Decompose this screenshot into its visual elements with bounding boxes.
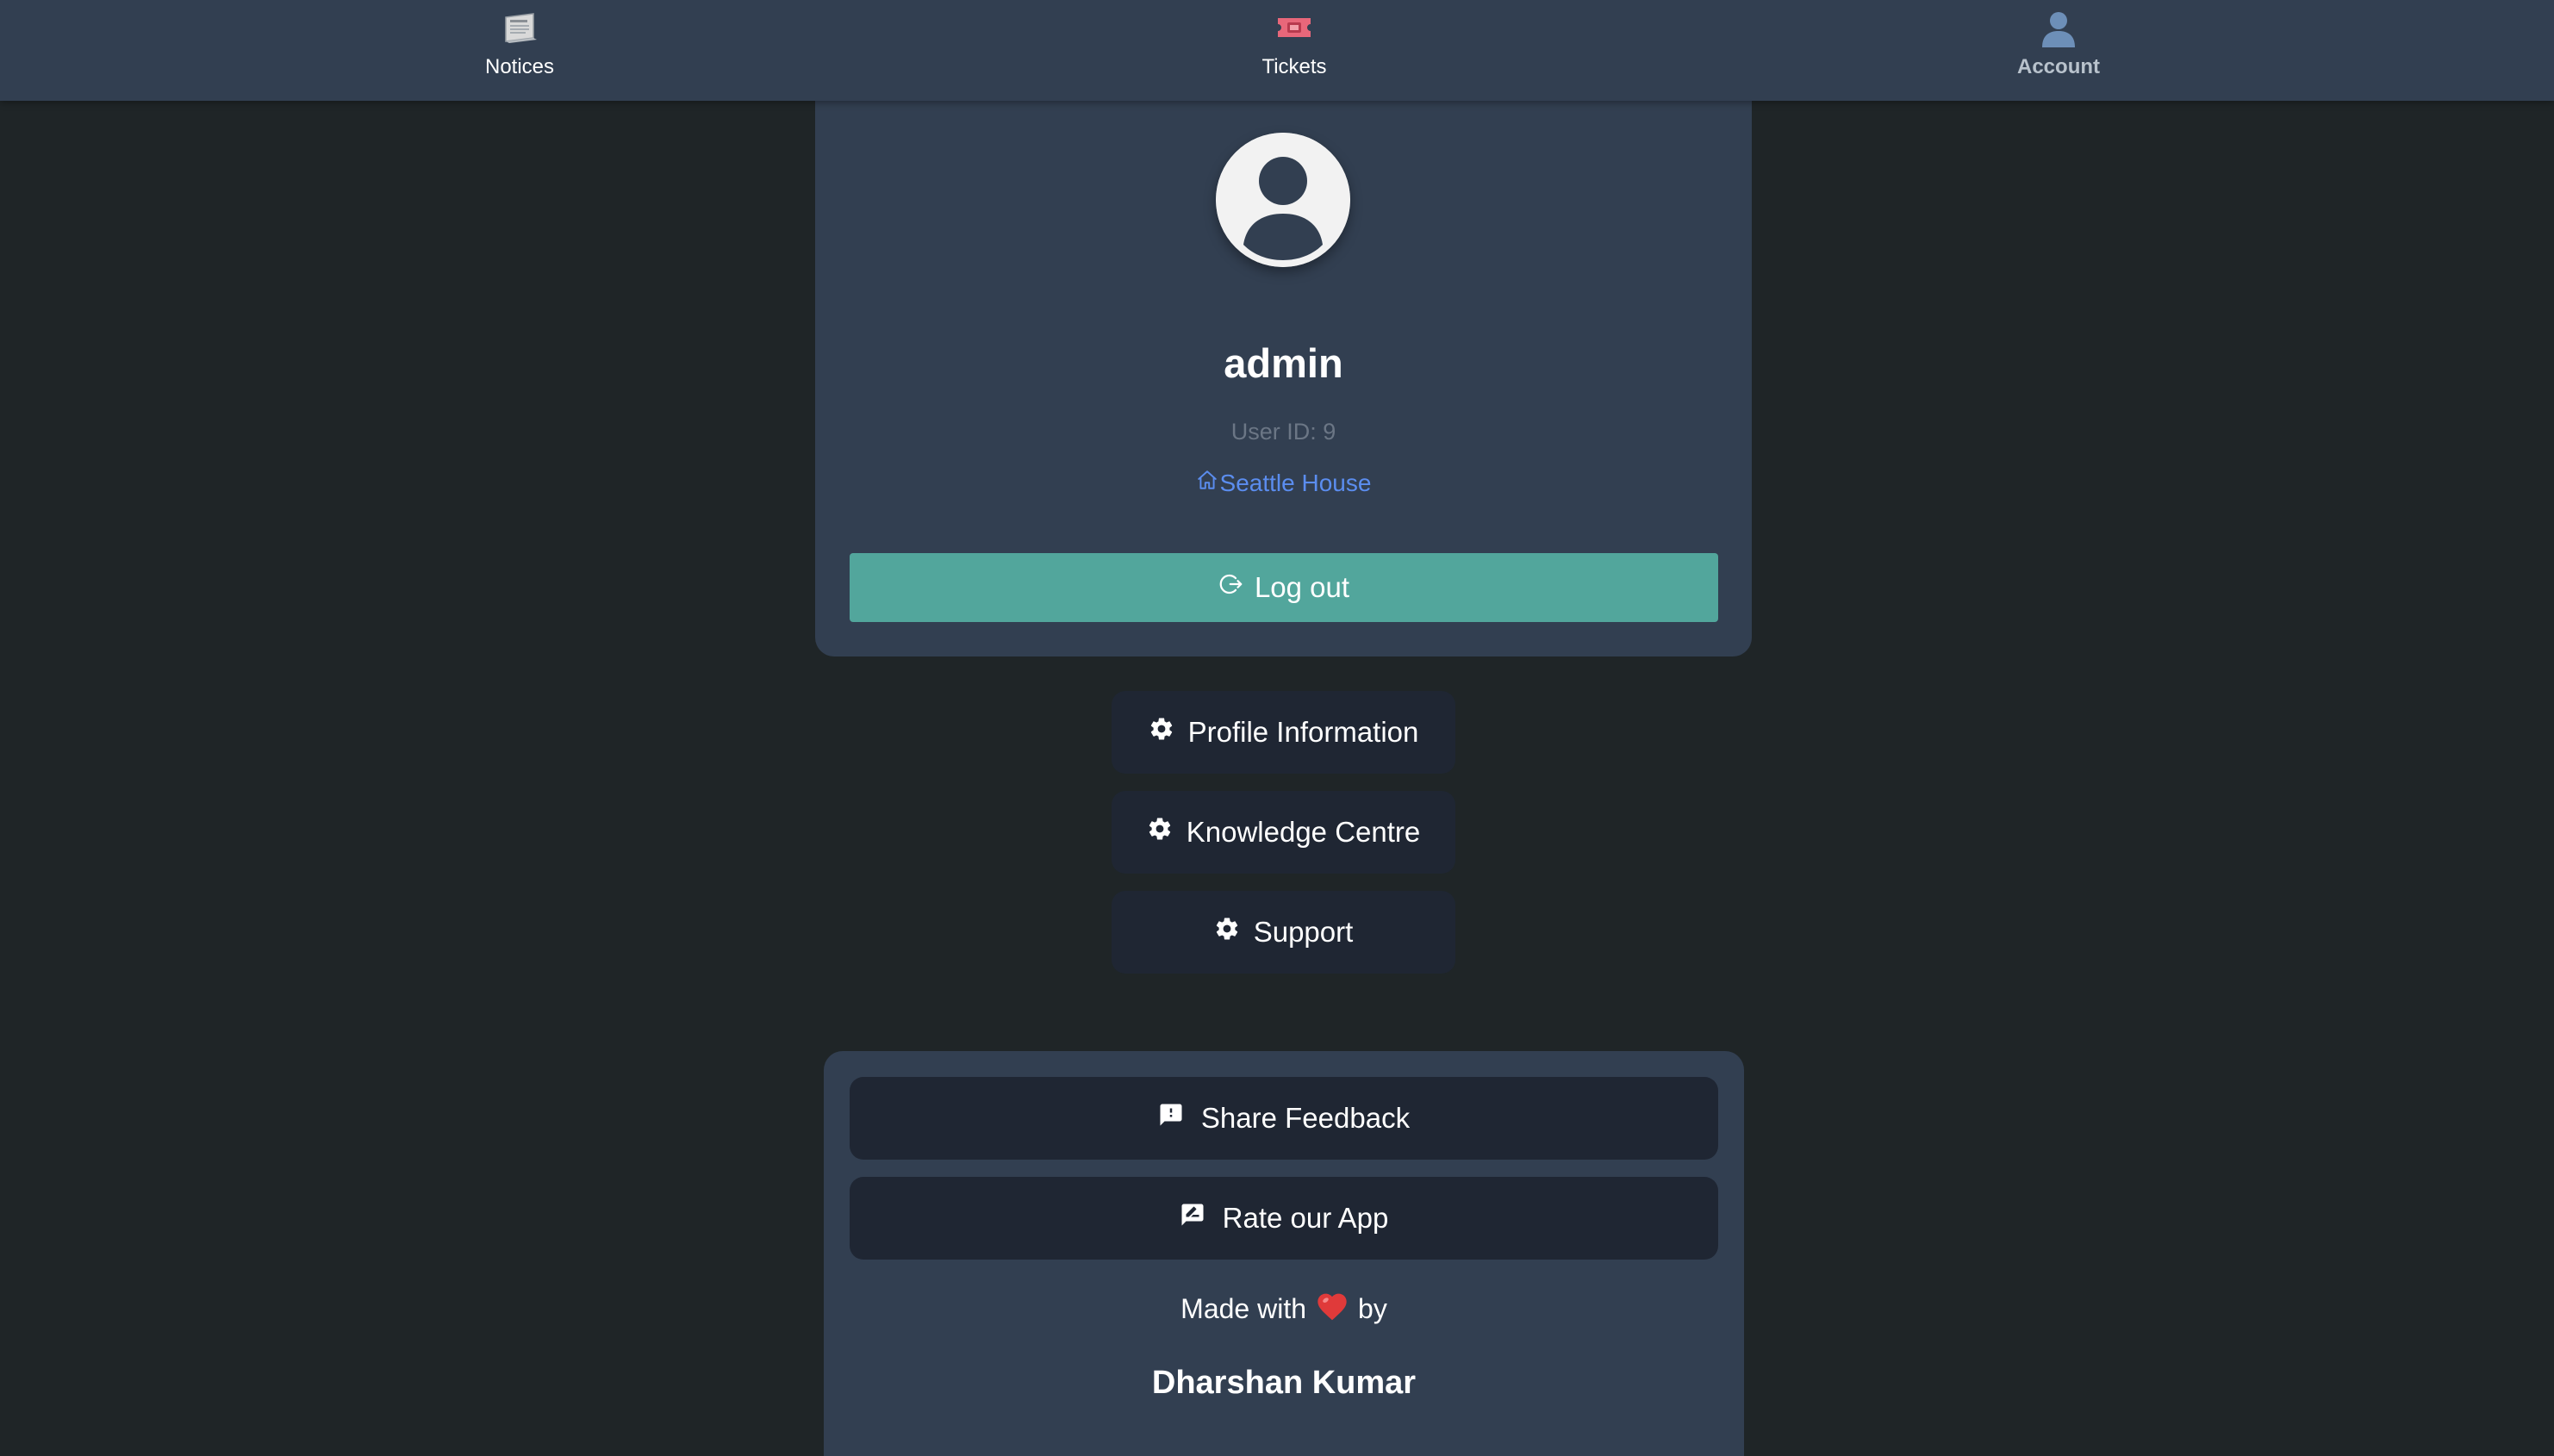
- gear-icon: [1149, 716, 1174, 749]
- share-feedback-button[interactable]: Share Feedback: [850, 1077, 1718, 1160]
- ticket-icon: [1274, 7, 1315, 48]
- bottom-tab-bar: Notices Tickets Account: [0, 0, 2554, 101]
- support-button[interactable]: Support: [1112, 891, 1455, 974]
- tab-notices[interactable]: Notices: [408, 0, 632, 101]
- user-id: User ID: 9: [1230, 419, 1336, 445]
- user-silhouette-icon: [2038, 7, 2079, 48]
- rate-app-button[interactable]: Rate our App: [850, 1177, 1718, 1260]
- newspaper-icon: [499, 7, 540, 48]
- gear-icon: [1214, 916, 1240, 949]
- profile-information-label: Profile Information: [1187, 716, 1419, 748]
- made-with-suffix: by: [1358, 1292, 1387, 1324]
- profile-information-button[interactable]: Profile Information: [1112, 691, 1455, 774]
- made-with-prefix: Made with: [1180, 1292, 1307, 1324]
- support-label: Support: [1253, 916, 1354, 948]
- logout-button[interactable]: Log out: [850, 553, 1718, 622]
- tab-tickets-label: Tickets: [1261, 55, 1327, 78]
- heart-icon: [1315, 1289, 1349, 1328]
- tab-account[interactable]: Account: [1947, 0, 2171, 101]
- author-name: Dharshan Kumar: [1151, 1365, 1417, 1401]
- tab-tickets[interactable]: Tickets: [1182, 0, 1406, 101]
- logout-label: Log out: [1254, 571, 1350, 603]
- house-name: Seattle House: [1219, 469, 1372, 496]
- logout-icon: [1218, 571, 1244, 604]
- knowledge-centre-button[interactable]: Knowledge Centre: [1112, 791, 1455, 874]
- gear-icon: [1147, 816, 1173, 849]
- user-avatar-icon: [1216, 133, 1350, 267]
- home-icon: [1196, 469, 1218, 497]
- share-feedback-label: Share Feedback: [1200, 1102, 1411, 1134]
- made-with-line: Made with by: [824, 1289, 1744, 1328]
- knowledge-centre-label: Knowledge Centre: [1186, 816, 1421, 848]
- tab-notices-label: Notices: [484, 55, 555, 78]
- rate-review-icon: [1180, 1202, 1205, 1235]
- house-link[interactable]: Seattle House: [815, 469, 1752, 497]
- tab-account-label: Account: [2017, 55, 2100, 78]
- rate-app-label: Rate our App: [1222, 1202, 1389, 1234]
- profile-name: admin: [1224, 340, 1343, 386]
- feedback-icon: [1158, 1102, 1184, 1135]
